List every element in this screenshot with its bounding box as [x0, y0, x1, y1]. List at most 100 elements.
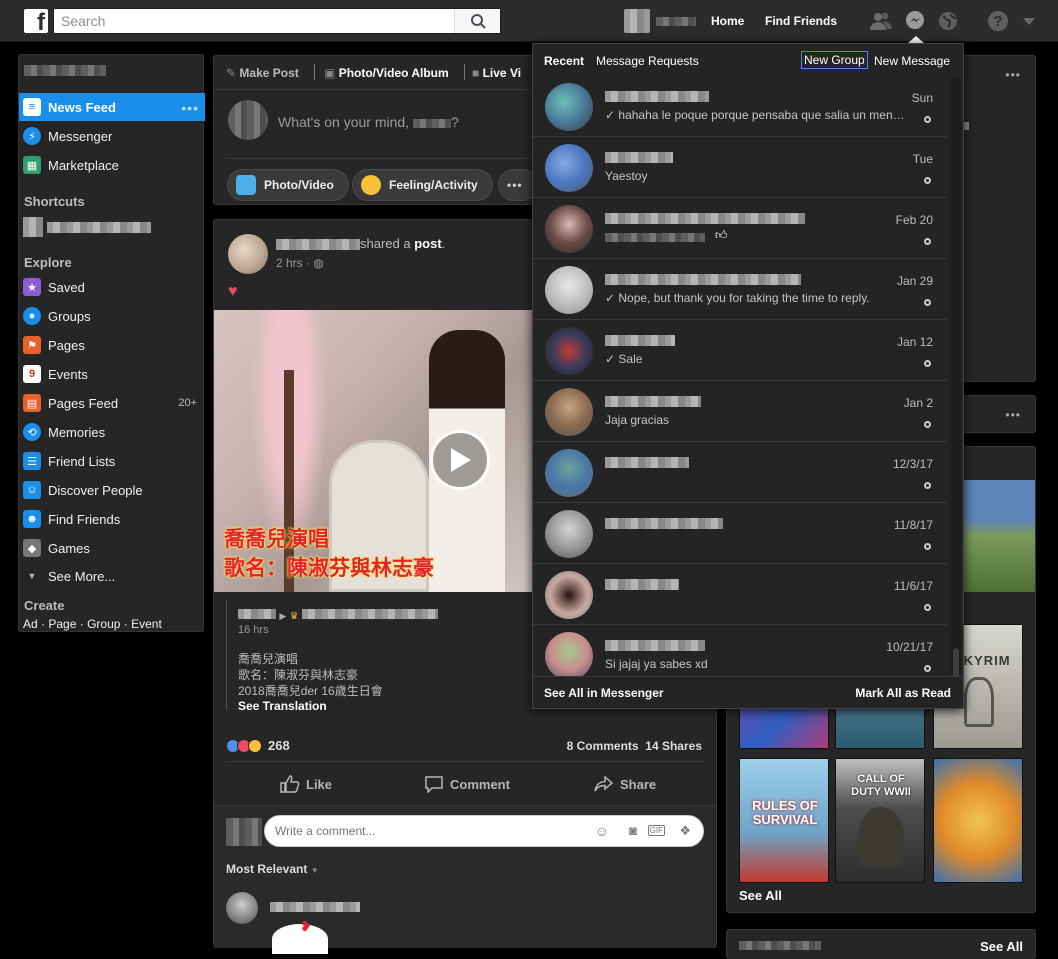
post-author-name[interactable]: [276, 239, 360, 251]
account-menu-button[interactable]: [1022, 0, 1036, 42]
friend-requests-button[interactable]: [869, 0, 893, 42]
create-event-link[interactable]: Event: [131, 617, 162, 631]
message-thread[interactable]: 12/3/17: [533, 442, 947, 503]
message-thread[interactable]: 11/6/17: [533, 564, 947, 625]
crown-icon: ♛: [289, 611, 299, 622]
play-button[interactable]: [430, 430, 490, 490]
see-translation-link[interactable]: See Translation: [238, 699, 327, 713]
sidebar-item-messenger[interactable]: ⚡ Messenger: [19, 122, 205, 150]
message-thread[interactable]: 11/8/17: [533, 503, 947, 564]
sidebar-shortcut[interactable]: [19, 213, 205, 241]
feeling-activity-button[interactable]: Feeling/Activity: [352, 169, 493, 201]
home-link[interactable]: Home: [711, 14, 744, 28]
sidebar-item-events[interactable]: 9 Events: [19, 360, 205, 388]
comment-input-box[interactable]: ☺ ◙ GIF ❖: [264, 815, 704, 847]
sidebar-item-discover-people[interactable]: ☺ Discover People: [19, 476, 205, 504]
shares-count-link[interactable]: 14 Shares: [645, 739, 702, 753]
reaction-summary[interactable]: 268: [226, 738, 290, 753]
see-all-in-messenger-link[interactable]: See All in Messenger: [544, 686, 664, 700]
emoji-icon[interactable]: ☺: [595, 823, 609, 839]
tab-photo-video-album[interactable]: ▣ Photo/Video Album: [324, 66, 449, 80]
tab-live-video[interactable]: ■ Live Vi: [472, 66, 521, 80]
mark-read-toggle[interactable]: [924, 238, 931, 245]
comments-count-link[interactable]: 8 Comments: [567, 739, 639, 753]
user-name[interactable]: [24, 65, 106, 76]
like-button[interactable]: Like: [280, 775, 332, 793]
mark-read-toggle[interactable]: [924, 360, 931, 367]
message-thread[interactable]: Feb 20 👍︎: [533, 198, 947, 259]
shared-timestamp[interactable]: 16 hrs: [238, 624, 269, 636]
mark-read-toggle[interactable]: [924, 299, 931, 306]
notifications-button[interactable]: [937, 0, 959, 42]
tab-message-requests[interactable]: Message Requests: [596, 54, 699, 68]
camera-icon[interactable]: ◙: [629, 823, 637, 838]
game-tile-rules-of-survival[interactable]: RULES OF SURVIVAL: [739, 758, 829, 883]
mark-read-toggle[interactable]: [924, 177, 931, 184]
sidebar-item-news-feed[interactable]: ≡ News Feed •••: [19, 93, 205, 121]
shared-author[interactable]: ▶ ♛: [238, 608, 438, 622]
message-thread[interactable]: Jaja gracias Jan 2: [533, 381, 947, 442]
game-tile-call-of-duty[interactable]: CALL OF DUTY WWII: [835, 758, 925, 883]
tab-recent[interactable]: Recent: [544, 54, 584, 68]
post-timestamp[interactable]: 2 hrs · ◍: [276, 256, 324, 270]
sidebar-item-groups[interactable]: ● Groups: [19, 302, 205, 330]
more-options-icon[interactable]: •••: [181, 100, 199, 116]
sidebar-item-pages-feed[interactable]: ▤ Pages Feed 20+: [19, 389, 205, 417]
sidebar-item-memories[interactable]: ⟲ Memories: [19, 418, 205, 446]
create-page-link[interactable]: Page: [48, 617, 76, 631]
game-banner[interactable]: [963, 480, 1035, 592]
mark-read-toggle[interactable]: [924, 421, 931, 428]
create-ad-link[interactable]: Ad: [23, 617, 38, 631]
composer-input[interactable]: What's on your mind, ?: [278, 114, 459, 130]
create-group-link[interactable]: Group: [87, 617, 120, 631]
sticker-icon[interactable]: ❖: [679, 823, 691, 839]
comment-button[interactable]: Comment: [424, 775, 510, 793]
comment-input[interactable]: [265, 816, 565, 846]
sidebar-item-marketplace[interactable]: ▦ Marketplace: [19, 151, 205, 179]
sidebar-see-more[interactable]: ▼ See More...: [19, 562, 205, 590]
gif-icon[interactable]: GIF: [647, 825, 665, 836]
mark-read-toggle[interactable]: [924, 116, 931, 123]
post-link[interactable]: post: [414, 236, 441, 251]
message-thread[interactable]: ✓ Nope, but thank you for taking the tim…: [533, 259, 947, 320]
games-see-all-link[interactable]: See All: [739, 888, 782, 903]
help-button[interactable]: ?: [986, 0, 1010, 42]
sponsored-see-all-link[interactable]: See All: [980, 939, 1023, 954]
create-links: Ad · Page · Group · Event: [23, 617, 162, 631]
photo-video-button[interactable]: Photo/Video: [227, 169, 349, 201]
mark-read-toggle[interactable]: [924, 482, 931, 489]
comment-author-avatar[interactable]: [226, 892, 258, 924]
sidebar-item-games[interactable]: ◆ Games: [19, 534, 205, 562]
most-relevant-filter[interactable]: Most Relevant ▼: [226, 862, 319, 876]
mark-all-read-link[interactable]: Mark All as Read: [855, 686, 951, 700]
haha-reaction-icon: [248, 738, 262, 753]
sidebar-item-find-friends[interactable]: ☻ Find Friends: [19, 505, 205, 533]
comment-author-name[interactable]: [270, 902, 360, 912]
game-tile[interactable]: [933, 758, 1023, 883]
facebook-logo[interactable]: f: [24, 9, 48, 35]
new-message-link[interactable]: New Message: [874, 54, 950, 68]
sidebar-item-saved[interactable]: ★ Saved: [19, 273, 205, 301]
new-group-link[interactable]: New Group: [801, 51, 868, 69]
mark-read-toggle[interactable]: [924, 665, 931, 672]
sidebar-item-friend-lists[interactable]: ☰ Friend Lists: [19, 447, 205, 475]
search-input[interactable]: [54, 9, 454, 33]
message-thread[interactable]: ✓ Sale Jan 12: [533, 320, 947, 381]
message-thread[interactable]: Yaestoy Tue: [533, 137, 947, 198]
messenger-icon: ⚡: [23, 127, 41, 145]
post-author-avatar[interactable]: [228, 234, 268, 274]
message-thread[interactable]: ✓ hahaha le poque porque pensaba que sal…: [533, 76, 947, 137]
mark-read-toggle[interactable]: [924, 543, 931, 550]
profile-link[interactable]: [624, 0, 696, 42]
mark-read-toggle[interactable]: [924, 604, 931, 611]
share-button[interactable]: Share: [594, 775, 656, 793]
find-friends-link[interactable]: Find Friends: [765, 14, 837, 28]
tab-make-post[interactable]: ✎ Make Post: [226, 66, 299, 80]
search-button[interactable]: [454, 9, 500, 33]
sidebar-item-pages[interactable]: ⚑ Pages: [19, 331, 205, 359]
message-list-scrollbar[interactable]: [951, 78, 961, 690]
search-box[interactable]: [53, 8, 501, 34]
post-video[interactable]: 喬喬兒演唱 歌名：陳淑芬與林志豪: [214, 310, 532, 592]
more-options-icon[interactable]: •••: [1005, 68, 1021, 82]
more-options-icon[interactable]: •••: [1005, 408, 1021, 422]
